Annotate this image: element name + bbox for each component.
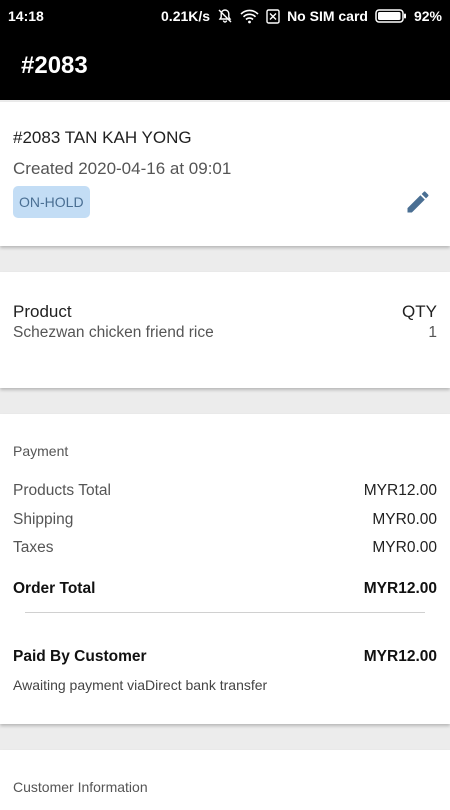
- product-qty: 1: [428, 324, 437, 341]
- pencil-icon: [404, 191, 432, 220]
- order-title: #2083 TAN KAH YONG: [13, 128, 192, 147]
- order-created: Created 2020-04-16 at 09:01: [13, 159, 232, 178]
- products-total-label: Products Total: [13, 482, 111, 499]
- products-total-value: MYR12.00: [363, 482, 437, 499]
- status-right: 0.21K/s No SIM card 92%: [161, 8, 442, 24]
- network-speed: 0.21K/s: [161, 8, 211, 24]
- wifi-icon: [240, 9, 259, 24]
- battery-level: 92%: [413, 8, 442, 24]
- edit-order-button[interactable]: [404, 188, 432, 216]
- qty-header: QTY: [402, 302, 437, 321]
- paid-row: Paid By Customer MYR12.00: [13, 648, 437, 666]
- status-bar: 14:18 0.21K/s No SIM card 92%: [0, 0, 450, 32]
- paid-label: Paid By Customer: [13, 648, 147, 665]
- page-title: #2083: [21, 52, 88, 79]
- no-sim-icon: [266, 8, 280, 24]
- order-total-label: Order Total: [13, 580, 96, 597]
- payment-label: Payment: [13, 443, 69, 459]
- payment-note: Awaiting payment viaDirect bank transfer: [13, 677, 268, 693]
- customer-card: Customer Information: [0, 750, 450, 810]
- bell-off-icon: [217, 8, 233, 24]
- status-badge: ON-HOLD: [13, 186, 90, 218]
- product-name: Schezwan chicken friend rice: [13, 324, 214, 341]
- payment-card: Payment Products Total MYR12.00 Shipping…: [0, 414, 450, 724]
- order-total-value: MYR12.00: [363, 580, 437, 597]
- divider: [25, 612, 425, 613]
- order-total-row: Order Total MYR12.00: [13, 580, 437, 598]
- shipping-label: Shipping: [13, 511, 74, 528]
- shipping-row: Shipping MYR0.00: [13, 511, 437, 529]
- status-time: 14:18: [8, 8, 44, 24]
- battery-icon: [375, 9, 407, 23]
- shipping-value: MYR0.00: [372, 511, 437, 528]
- app-bar: #2083: [0, 32, 450, 100]
- products-card: Product QTY Schezwan chicken friend rice…: [0, 272, 450, 388]
- taxes-row: Taxes MYR0.00: [13, 539, 437, 557]
- customer-label: Customer Information: [13, 779, 148, 795]
- taxes-label: Taxes: [13, 539, 54, 556]
- order-summary-card: #2083 TAN KAH YONG Created 2020-04-16 at…: [0, 102, 450, 246]
- paid-value: MYR12.00: [363, 648, 437, 665]
- product-header: Product: [13, 302, 72, 321]
- taxes-value: MYR0.00: [372, 539, 437, 556]
- sim-status: No SIM card: [287, 8, 368, 24]
- products-total-row: Products Total MYR12.00: [13, 482, 437, 500]
